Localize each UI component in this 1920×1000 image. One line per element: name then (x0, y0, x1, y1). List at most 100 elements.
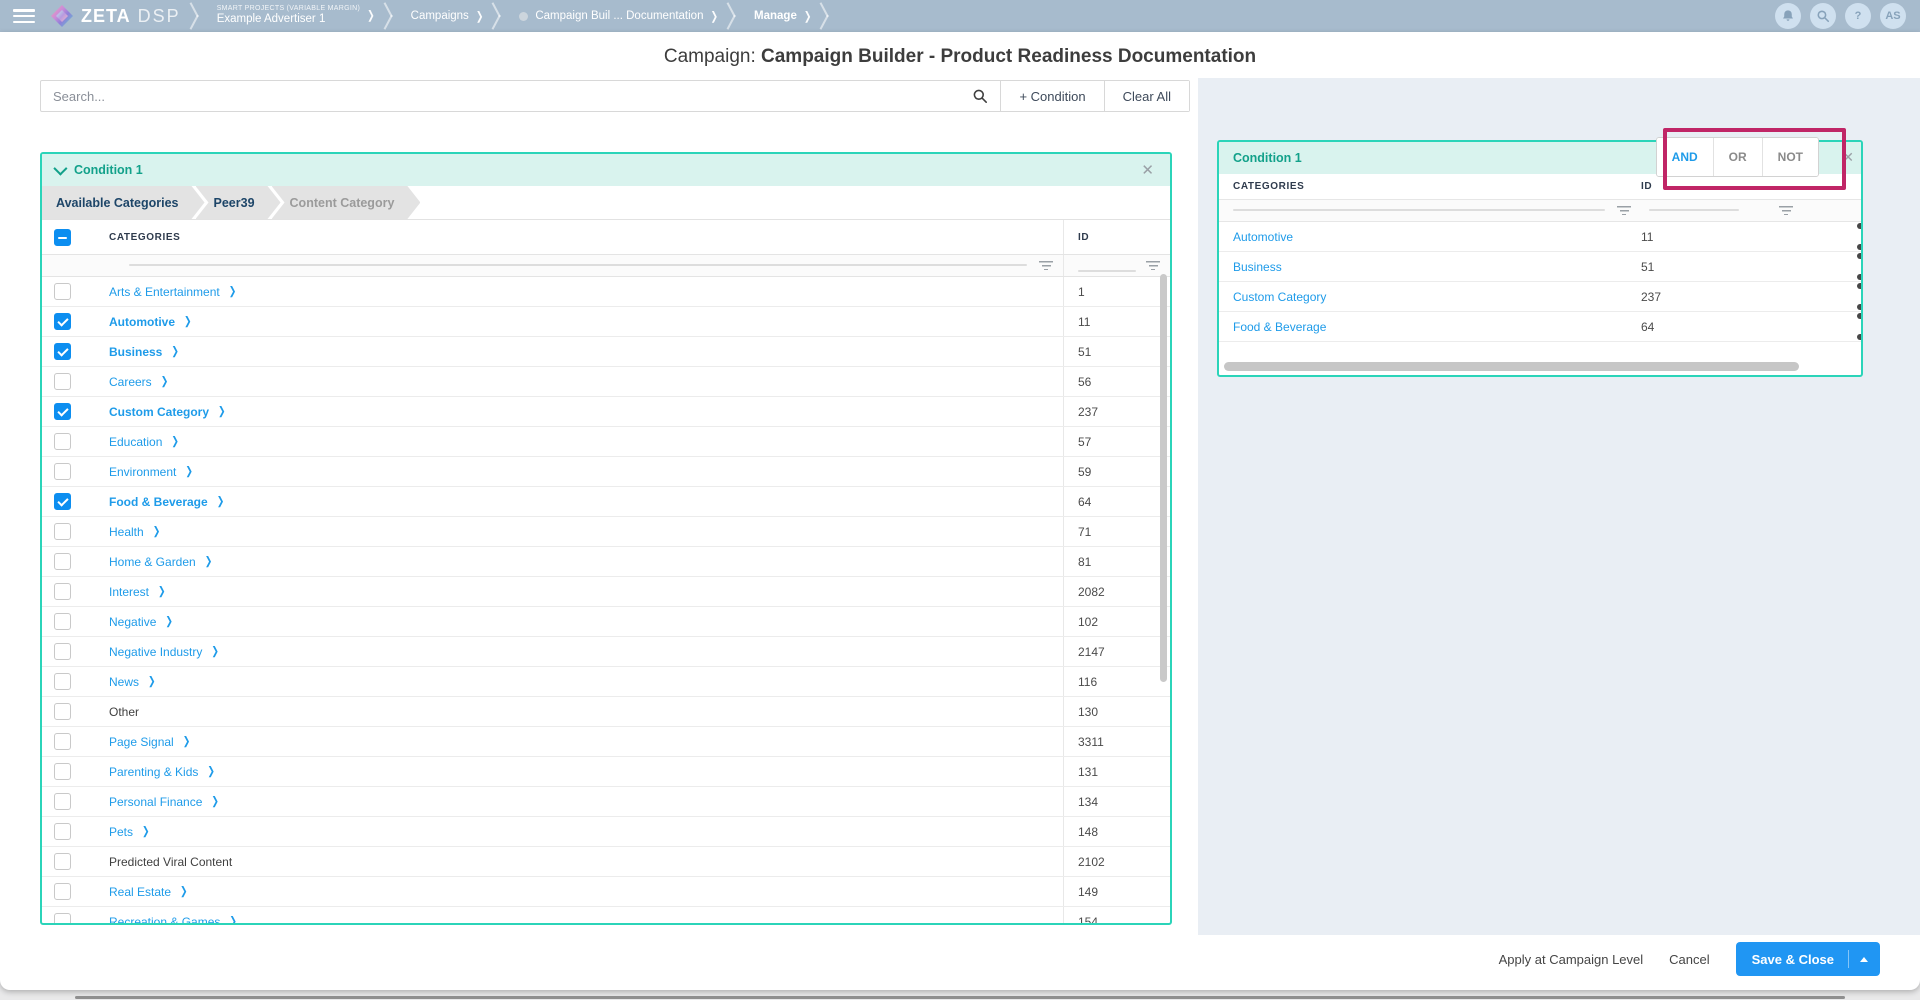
category-link[interactable]: Negative Industry (109, 645, 202, 659)
category-link[interactable]: News (109, 675, 139, 689)
clear-all-button[interactable]: Clear All (1104, 81, 1189, 111)
save-close-button[interactable]: Save & Close (1736, 942, 1880, 976)
category-link[interactable]: Automotive (1233, 230, 1293, 244)
table-row: Business❯51 (42, 337, 1170, 367)
avatar[interactable]: AS (1880, 3, 1906, 29)
category-link[interactable]: Careers (109, 375, 152, 389)
search-input[interactable] (41, 81, 960, 111)
chevron-down-icon[interactable] (53, 162, 67, 176)
row-checkbox[interactable] (54, 793, 71, 810)
category-link[interactable]: Food & Beverage (1233, 320, 1326, 334)
category-link[interactable]: Personal Finance (109, 795, 202, 809)
category-link[interactable]: Environment (109, 465, 176, 479)
row-checkbox[interactable] (54, 853, 71, 870)
horizontal-scrollbar[interactable] (1224, 362, 1799, 371)
chevron-right-icon[interactable]: ❯ (710, 9, 718, 23)
category-link[interactable]: Negative (109, 615, 156, 629)
tab-content-category[interactable]: Content Category (272, 186, 421, 219)
filter-icon[interactable] (1617, 206, 1631, 215)
notifications-button[interactable] (1775, 3, 1801, 29)
filter-icon[interactable] (1779, 206, 1793, 215)
close-icon[interactable]: ✕ (1842, 150, 1854, 164)
row-checkbox[interactable] (54, 523, 71, 540)
row-checkbox[interactable] (54, 403, 71, 420)
categories-column-header[interactable]: CATEGORIES (109, 232, 180, 243)
close-icon[interactable]: ✕ (1137, 161, 1158, 180)
chevron-right-icon: ❯ (229, 285, 237, 299)
chevron-right-icon[interactable]: ❯ (804, 9, 812, 23)
category-id: 237 (1063, 397, 1170, 426)
chevron-right-icon[interactable]: ❯ (367, 9, 375, 23)
category-link[interactable]: Page Signal (109, 735, 174, 749)
row-checkbox[interactable] (54, 433, 71, 450)
operator-group: ANDORNOT (1656, 137, 1819, 177)
category-link[interactable]: Interest (109, 585, 149, 599)
category-link[interactable]: Health (109, 525, 144, 539)
breadcrumb-advertiser[interactable]: SMART PROJECTS (VARIABLE MARGIN) Example… (217, 5, 375, 26)
chevron-right-icon[interactable]: ❯ (476, 9, 484, 23)
row-checkbox[interactable] (54, 373, 71, 390)
row-checkbox[interactable] (54, 493, 71, 510)
category-link[interactable]: Parenting & Kids (109, 765, 198, 779)
add-condition-button[interactable]: + Condition (1000, 81, 1103, 111)
breadcrumb-manage[interactable]: Manage ❯ (754, 10, 811, 22)
id-column-header[interactable]: ID (1078, 232, 1089, 243)
row-checkbox[interactable] (54, 643, 71, 660)
row-checkbox[interactable] (54, 673, 71, 690)
tab-available-categories[interactable]: Available Categories (42, 186, 205, 219)
condition-panel-right: Condition 1 CATEGORIES ID Autom (1217, 140, 1863, 377)
select-all-checkbox[interactable] (54, 229, 71, 246)
categories-filter-input[interactable] (129, 264, 1027, 266)
row-checkbox[interactable] (54, 553, 71, 570)
row-checkbox[interactable] (54, 913, 71, 925)
category-link[interactable]: Food & Beverage (109, 495, 208, 509)
category-link[interactable]: Automotive (109, 315, 175, 329)
filter-icon[interactable] (1039, 261, 1053, 270)
row-checkbox[interactable] (54, 583, 71, 600)
row-checkbox[interactable] (54, 733, 71, 750)
search-toolbar: + Condition Clear All (40, 80, 1190, 112)
row-checkbox[interactable] (54, 703, 71, 720)
row-checkbox[interactable] (54, 883, 71, 900)
footer-actions: Apply at Campaign Level Cancel Save & Cl… (1499, 942, 1880, 976)
search-button[interactable] (1810, 3, 1836, 29)
id-column-header[interactable]: ID (1641, 181, 1652, 192)
row-checkbox[interactable] (54, 463, 71, 480)
category-link[interactable]: Business (1233, 260, 1282, 274)
category-link[interactable]: Arts & Entertainment (109, 285, 220, 299)
category-link[interactable]: Real Estate (109, 885, 171, 899)
row-checkbox[interactable] (54, 763, 71, 780)
category-link[interactable]: Custom Category (109, 405, 209, 419)
hamburger-menu-icon[interactable] (13, 9, 35, 23)
categories-column-header[interactable]: CATEGORIES (1233, 181, 1304, 192)
filter-icon[interactable] (1146, 261, 1160, 270)
caret-up-icon[interactable] (1860, 957, 1868, 962)
apply-campaign-level-button[interactable]: Apply at Campaign Level (1499, 952, 1644, 967)
category-link[interactable]: Home & Garden (109, 555, 196, 569)
category-link[interactable]: Recreation & Games (109, 915, 220, 926)
row-checkbox[interactable] (54, 823, 71, 840)
category-link[interactable]: Business (109, 345, 162, 359)
category-link[interactable]: Education (109, 435, 162, 449)
id-filter-input[interactable] (1649, 209, 1739, 211)
row-checkbox[interactable] (54, 313, 71, 330)
table-row: Other130 (42, 697, 1170, 727)
row-checkbox[interactable] (54, 343, 71, 360)
categories-filter-input[interactable] (1233, 209, 1605, 211)
operator-not-button[interactable]: NOT (1762, 138, 1818, 176)
category-link[interactable]: Pets (109, 825, 133, 839)
operator-or-button[interactable]: OR (1713, 138, 1762, 176)
operator-and-button[interactable]: AND (1657, 138, 1713, 176)
vertical-scrollbar[interactable] (1160, 274, 1167, 682)
id-filter-input[interactable] (1078, 270, 1136, 272)
row-checkbox[interactable] (54, 283, 71, 300)
help-button[interactable]: ? (1845, 3, 1871, 29)
cancel-button[interactable]: Cancel (1669, 952, 1709, 967)
search-submit[interactable] (960, 81, 1000, 111)
row-checkbox[interactable] (54, 613, 71, 630)
category-id: 56 (1063, 367, 1170, 396)
breadcrumb-campaigns[interactable]: Campaigns ❯ (411, 10, 484, 22)
breadcrumb-campaign[interactable]: Campaign Buil ... Documentation ❯ (519, 10, 718, 22)
tab-peer39[interactable]: Peer39 (196, 186, 281, 219)
category-link[interactable]: Custom Category (1233, 290, 1326, 304)
